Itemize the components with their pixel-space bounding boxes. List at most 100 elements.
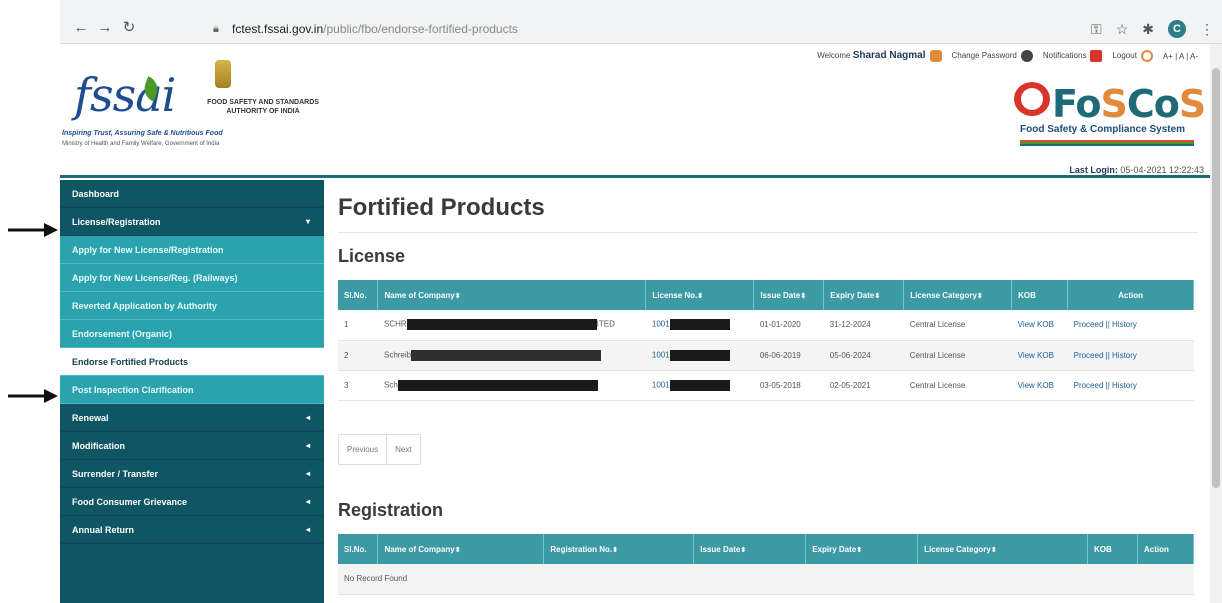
col-label: Expiry Date: [830, 290, 875, 300]
address-bar[interactable]: 🔒︎ fctest.fssai.gov.in/public/fbo/endors…: [210, 17, 1130, 41]
authority-name: FOOD SAFETY AND STANDARDS AUTHORITY OF I…: [188, 98, 338, 116]
col-category[interactable]: License Category⬍: [903, 280, 1013, 310]
brand-co: Co: [1126, 82, 1180, 126]
proceed-link[interactable]: Proceed: [1074, 381, 1104, 390]
col-category[interactable]: License Category⬍: [917, 534, 1088, 564]
col-slno[interactable]: Sl.No.: [338, 280, 379, 310]
sidebar-item-apply-railways[interactable]: Apply for New License/Reg. (Railways): [60, 264, 324, 292]
sidebar-item-label: Surrender / Transfer: [72, 469, 159, 479]
browser-actions: ⚿ ☆ ✱ C ⋮: [1091, 17, 1214, 41]
page-scrollbar[interactable]: [1210, 44, 1222, 603]
sidebar-item-label: Post Inspection Clarification: [72, 385, 194, 395]
pagination: Previous Next: [338, 434, 421, 465]
sidebar-item-license-registration[interactable]: License/Registration ▾: [60, 208, 324, 236]
font-size-controls[interactable]: A+ | A | A-: [1163, 52, 1198, 61]
browser-toolbar: ← → ↻ 🔒︎ fctest.fssai.gov.in/public/fbo/…: [60, 0, 1222, 44]
star-icon[interactable]: ☆: [1116, 21, 1129, 38]
col-slno[interactable]: Sl.No.: [338, 534, 379, 564]
cell-issue-date: 03-05-2018: [753, 370, 824, 401]
sidebar-item-modification[interactable]: Modification ◂: [60, 432, 324, 460]
sidebar-item-grievance[interactable]: Food Consumer Grievance ◂: [60, 488, 324, 516]
back-icon[interactable]: ←: [72, 19, 90, 37]
cell-expiry-date: 31-12-2024: [823, 310, 904, 341]
notifications-label: Notifications: [1042, 51, 1087, 61]
page-gutter: [0, 0, 60, 603]
sidebar-item-endorsement-organic[interactable]: Endorsement (Organic): [60, 320, 324, 348]
license-number-link[interactable]: 1001: [652, 380, 670, 389]
page-title: Fortified Products: [338, 194, 545, 221]
history-link[interactable]: History: [1112, 320, 1137, 329]
proceed-link[interactable]: Proceed: [1074, 351, 1104, 360]
logout-link[interactable]: Logout: [1112, 50, 1153, 62]
caret-left-icon: ◂: [305, 497, 310, 506]
change-password-link[interactable]: Change Password: [952, 50, 1033, 62]
view-kob-link[interactable]: View KOB: [1018, 320, 1054, 329]
table-row: 1 SCHR ITED 1001 01-01-2020 31-12-2024 Ce…: [338, 310, 1194, 341]
authority-line2: AUTHORITY OF INDIA: [226, 108, 300, 115]
reload-icon[interactable]: ↻: [120, 19, 138, 37]
bell-icon: [1090, 50, 1103, 62]
col-license-no[interactable]: License No.⬍: [645, 280, 755, 310]
cell-license-no[interactable]: 1001: [645, 310, 754, 341]
brand-s2: S: [1178, 82, 1206, 126]
license-number-link[interactable]: 1001: [652, 350, 670, 359]
sidebar-item-label: Renewal: [72, 413, 109, 423]
sidebar-item-label: Endorse Fortified Products: [72, 357, 189, 367]
notifications-link[interactable]: Notifications: [1043, 50, 1103, 62]
sidebar-item-renewal[interactable]: Renewal ◂: [60, 404, 324, 432]
previous-button[interactable]: Previous: [339, 435, 388, 464]
company-name-start: SCHR: [383, 319, 407, 329]
sidebar-item-label: Dashboard: [72, 189, 120, 199]
view-kob-link[interactable]: View KOB: [1018, 351, 1054, 360]
history-link[interactable]: History: [1112, 351, 1137, 360]
sort-icon: ⬍: [874, 292, 881, 300]
cell-slno: 2: [338, 340, 378, 371]
license-number-link[interactable]: 1001: [652, 320, 670, 329]
next-button[interactable]: Next: [387, 435, 419, 464]
proceed-link[interactable]: Proceed: [1074, 320, 1104, 329]
cell-action: Proceed || History: [1067, 370, 1194, 401]
col-company[interactable]: Name of Company⬍: [377, 280, 647, 310]
change-password-label: Change Password: [951, 51, 1017, 61]
sidebar-item-surrender-transfer[interactable]: Surrender / Transfer ◂: [60, 460, 324, 488]
col-action: Action: [1067, 280, 1194, 310]
col-expiry-date[interactable]: Expiry Date⬍: [805, 534, 919, 564]
welcome-label: Welcome: [817, 51, 851, 61]
extension-icon[interactable]: ✱: [1142, 21, 1154, 38]
redaction-bar: [669, 349, 730, 361]
cell-license-no[interactable]: 1001: [645, 340, 754, 371]
table-row: 2 Schreib 1001 06-06-2019 05-06-2024 Cen…: [338, 340, 1194, 371]
col-registration-no[interactable]: Registration No.⬍: [543, 534, 695, 564]
scrollbar-thumb[interactable]: [1212, 68, 1220, 488]
sidebar-item-endorse-fortified[interactable]: Endorse Fortified Products: [60, 348, 324, 376]
url-host: fctest.fssai.gov.in: [232, 22, 324, 36]
apple-icon: [1014, 82, 1050, 116]
history-link[interactable]: History: [1112, 381, 1137, 390]
ministry-text: Ministry of Health and Family Welfare, G…: [62, 141, 220, 147]
sort-icon: ⬍: [976, 292, 983, 300]
col-issue-date[interactable]: Issue Date⬍: [753, 280, 825, 310]
col-expiry-date[interactable]: Expiry Date⬍: [823, 280, 905, 310]
col-issue-date[interactable]: Issue Date⬍: [693, 534, 807, 564]
main-content: Fortified Products License Sl.No. Name o…: [324, 180, 1210, 603]
sidebar-item-post-inspection[interactable]: Post Inspection Clarification: [60, 376, 324, 404]
logout-label: Logout: [1112, 51, 1137, 61]
sidebar-item-dashboard[interactable]: Dashboard: [60, 180, 324, 208]
col-company[interactable]: Name of Company⬍: [377, 534, 545, 564]
sidebar-item-reverted[interactable]: Reverted Application by Authority: [60, 292, 324, 320]
menu-dots-icon[interactable]: ⋮: [1200, 21, 1214, 38]
table-header-row: Sl.No. Name of Company⬍ Registration No.…: [338, 534, 1195, 564]
caret-down-icon: ▾: [305, 217, 310, 226]
key-icon[interactable]: ⚿: [1091, 21, 1102, 38]
forward-icon[interactable]: →: [96, 19, 114, 37]
cell-license-no[interactable]: 1001: [645, 370, 754, 401]
caret-left-icon: ◂: [305, 441, 310, 450]
view-kob-link[interactable]: View KOB: [1018, 381, 1054, 390]
sidebar-item-annual-return[interactable]: Annual Return ◂: [60, 516, 324, 544]
tagline: Inspiring Trust, Assuring Safe & Nutriti…: [62, 130, 223, 137]
sidebar-item-apply-new[interactable]: Apply for New License/Registration: [60, 236, 324, 264]
profile-avatar[interactable]: C: [1168, 20, 1186, 38]
table-row: No Record Found: [338, 564, 1194, 595]
lock-icon: 🔒︎: [213, 23, 219, 35]
action-separator: ||: [1105, 320, 1110, 330]
